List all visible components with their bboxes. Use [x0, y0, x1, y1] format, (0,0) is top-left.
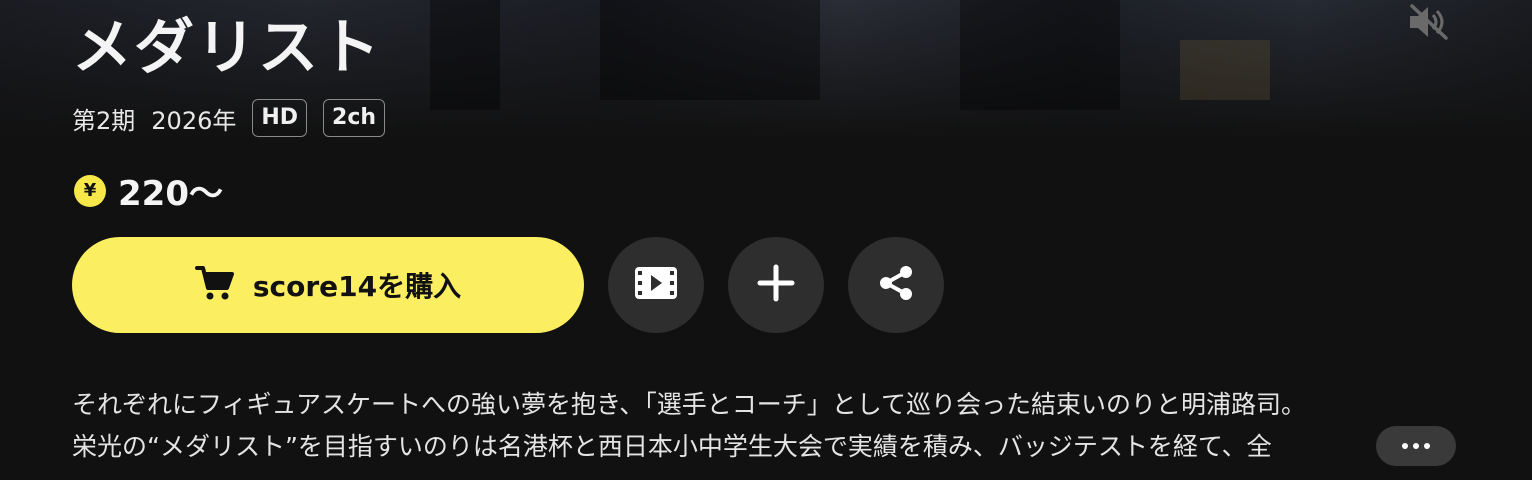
year-label: 2026年: [151, 106, 237, 135]
page-title: メダリスト: [72, 13, 382, 83]
more-button[interactable]: [1376, 426, 1456, 466]
detail-page: メダリスト 第2期 2026年 HD 2ch ¥ 220〜 score14を購入: [0, 0, 1532, 480]
buy-button-label: score14を購入: [252, 270, 462, 303]
price-row: ¥ 220〜: [74, 166, 223, 215]
ellipsis-dot: [1413, 443, 1419, 449]
description-line-2: 栄光の“メダリスト”を目指すいのりは名港杯と西日本小中学生大会で実績を積み、バッ…: [72, 432, 1272, 461]
ellipsis-dot: [1402, 443, 1408, 449]
buy-button[interactable]: score14を購入: [72, 237, 584, 333]
cart-icon: [194, 264, 235, 306]
speaker-muted-icon[interactable]: [1406, 2, 1452, 42]
price-amount: 220〜: [118, 174, 223, 214]
trailer-button[interactable]: [608, 237, 704, 333]
meta-row: 第2期 2026年 HD 2ch: [72, 96, 386, 140]
ellipsis-dot: [1424, 443, 1430, 449]
description: それぞれにフィギュアスケートへの強い夢を抱き、「選手とコーチ」として巡り会った結…: [72, 384, 1462, 468]
description-fade: [1330, 426, 1380, 468]
film-icon: [634, 265, 678, 305]
plus-icon: [757, 264, 795, 306]
share-button[interactable]: [848, 237, 944, 333]
season-label: 第2期: [72, 106, 136, 135]
audio-badge: 2ch: [323, 99, 386, 137]
hd-badge: HD: [252, 99, 308, 137]
description-line-1: それぞれにフィギュアスケートへの強い夢を抱き、「選手とコーチ」として巡り会った結…: [72, 390, 1307, 419]
yen-coin-icon: ¥: [74, 174, 106, 207]
add-to-list-button[interactable]: [728, 237, 824, 333]
share-icon: [876, 263, 916, 307]
